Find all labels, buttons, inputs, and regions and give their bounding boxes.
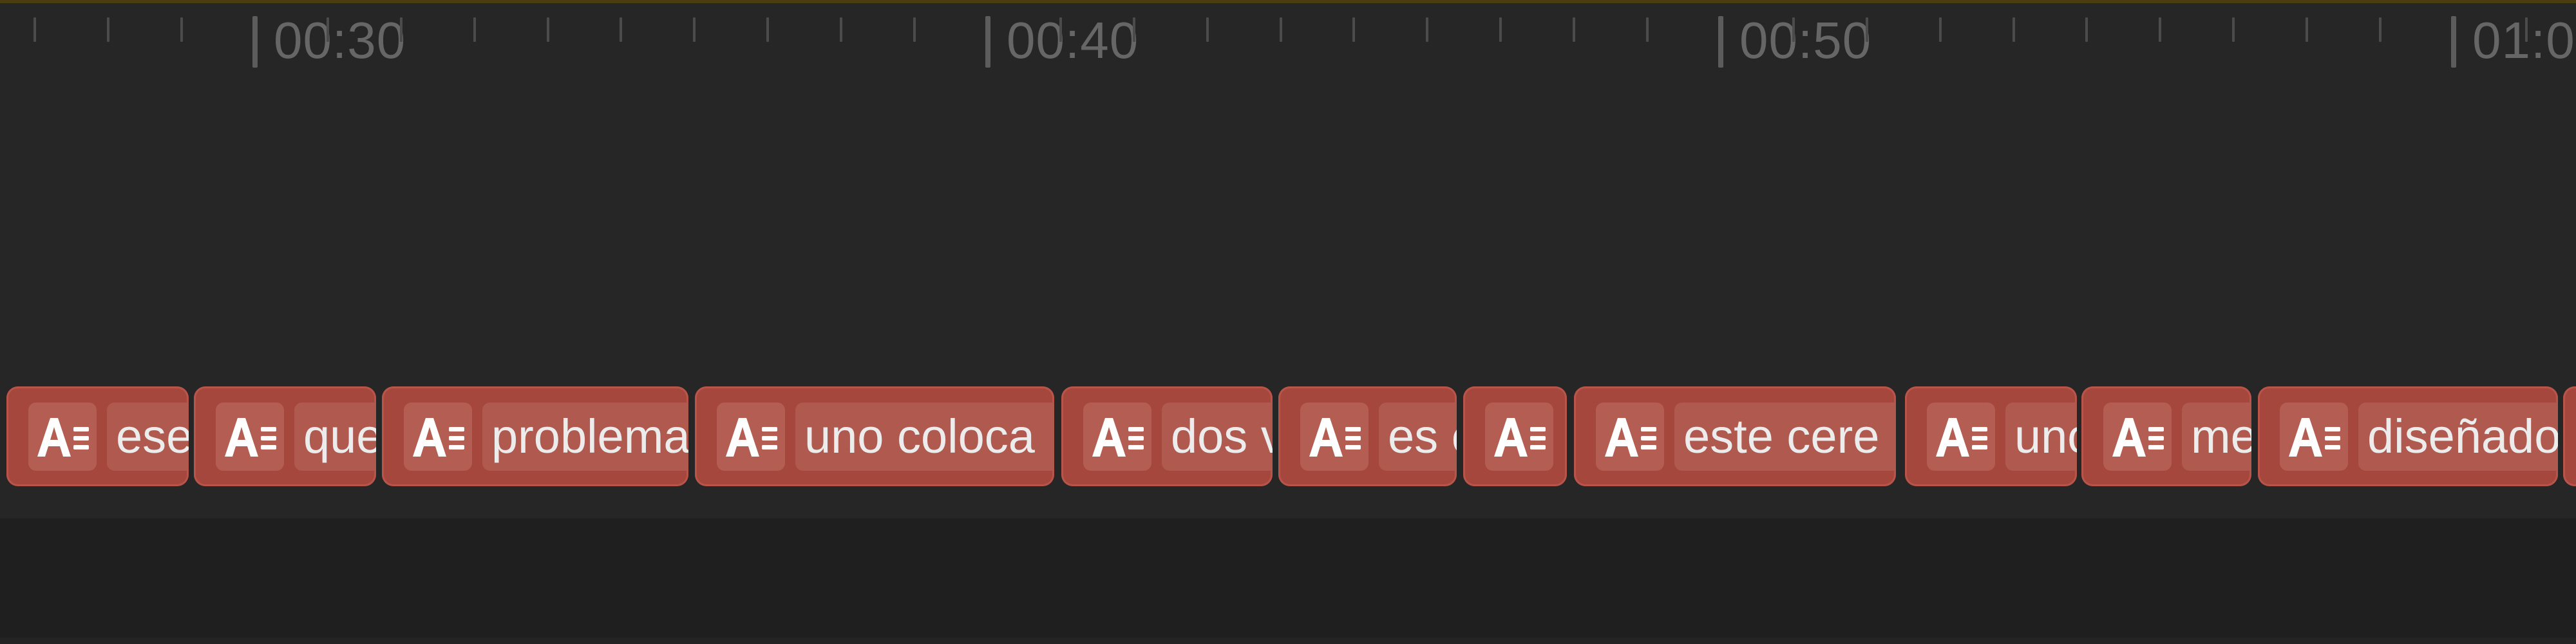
text-caption-icon bbox=[1485, 402, 1553, 471]
ruler-minor-tick bbox=[1792, 17, 1795, 42]
timeline-panel: 00:30 00:40 00:50 01:00 ese que problema un… bbox=[0, 0, 2576, 644]
text-caption-icon bbox=[216, 402, 284, 471]
ruler-minor-tick bbox=[1939, 17, 1942, 42]
ruler-minor-tick bbox=[693, 17, 696, 42]
text-caption-icon bbox=[2280, 402, 2348, 471]
caption-clip[interactable] bbox=[2563, 386, 2576, 486]
ruler-minor-tick bbox=[2306, 17, 2308, 42]
ruler-minor-tick bbox=[1426, 17, 1428, 42]
ruler-major-tick bbox=[985, 16, 990, 68]
ruler-minor-tick bbox=[840, 17, 842, 42]
ruler-minor-tick bbox=[1646, 17, 1649, 42]
text-caption-icon bbox=[1596, 402, 1664, 471]
ruler-major-tick bbox=[252, 16, 258, 68]
caption-clip[interactable]: me bbox=[2081, 386, 2251, 486]
time-ruler[interactable]: 00:30 00:40 00:50 01:00 bbox=[0, 3, 2576, 80]
caption-clip-text: problema bbox=[482, 402, 688, 471]
ruler-minor-tick bbox=[2525, 17, 2528, 42]
ruler-major-tick bbox=[1718, 16, 1723, 68]
ruler-minor-tick bbox=[2232, 17, 2235, 42]
caption-clip[interactable]: que bbox=[194, 386, 376, 486]
ruler-minor-tick bbox=[2159, 17, 2161, 42]
caption-clip-text: dos v bbox=[1162, 402, 1273, 471]
caption-clip-text: me bbox=[2182, 402, 2251, 471]
caption-clip[interactable]: uno bbox=[1905, 386, 2077, 486]
text-caption-icon bbox=[1927, 402, 1995, 471]
caption-clip-text: que bbox=[294, 402, 376, 471]
ruler-minor-tick bbox=[1866, 17, 1868, 42]
caption-clip-text: este cere bbox=[1674, 402, 1896, 471]
ruler-minor-tick bbox=[473, 17, 476, 42]
ruler-minor-tick bbox=[1059, 17, 1062, 42]
caption-track: ese que problema uno coloca dos v es c este ce… bbox=[0, 386, 2576, 518]
caption-clip-text: uno coloca bbox=[795, 402, 1054, 471]
ruler-minor-tick bbox=[1352, 17, 1355, 42]
ruler-minor-tick bbox=[1280, 17, 1282, 42]
ruler-minor-tick bbox=[2379, 17, 2382, 42]
ruler-minor-tick bbox=[107, 17, 109, 42]
ruler-minor-tick bbox=[547, 17, 549, 42]
ruler-minor-tick bbox=[1133, 17, 1135, 42]
caption-clip-text: es c bbox=[1379, 402, 1457, 471]
ruler-minor-tick bbox=[766, 17, 769, 42]
caption-clip[interactable]: dos v bbox=[1061, 386, 1273, 486]
text-caption-icon bbox=[1083, 402, 1151, 471]
caption-clip[interactable]: uno coloca bbox=[695, 386, 1054, 486]
ruler-minor-tick bbox=[180, 17, 183, 42]
time-label-0040: 00:40 bbox=[1007, 12, 1139, 69]
caption-clip[interactable]: problema bbox=[382, 386, 688, 486]
caption-clip[interactable] bbox=[1463, 386, 1567, 486]
text-caption-icon bbox=[404, 402, 472, 471]
ruler-minor-tick bbox=[1206, 17, 1209, 42]
time-label-0100: 01:00 bbox=[2472, 12, 2576, 69]
time-label-0030: 00:30 bbox=[274, 12, 406, 69]
text-caption-icon bbox=[28, 402, 97, 471]
caption-clip-text: uno bbox=[2005, 402, 2077, 471]
caption-clip-text: diseñado bbox=[2358, 402, 2558, 471]
text-caption-icon bbox=[1300, 402, 1368, 471]
text-caption-icon bbox=[717, 402, 785, 471]
empty-lower-track[interactable] bbox=[0, 518, 2576, 644]
ruler-major-tick bbox=[2451, 16, 2456, 68]
caption-clip[interactable]: este cere bbox=[1574, 386, 1896, 486]
caption-clip[interactable]: es c bbox=[1278, 386, 1457, 486]
ruler-minor-tick bbox=[33, 17, 36, 42]
ruler-minor-tick bbox=[620, 17, 622, 42]
caption-clip-text: ese bbox=[107, 402, 189, 471]
ruler-minor-tick bbox=[400, 17, 402, 42]
caption-clip[interactable]: ese bbox=[6, 386, 189, 486]
track-divider bbox=[0, 638, 2576, 644]
caption-clip[interactable]: diseñado bbox=[2258, 386, 2558, 486]
ruler-minor-tick bbox=[327, 17, 329, 42]
ruler-minor-tick bbox=[2085, 17, 2088, 42]
time-label-0050: 00:50 bbox=[1739, 12, 1872, 69]
ruler-minor-tick bbox=[2012, 17, 2015, 42]
text-caption-icon bbox=[2103, 402, 2172, 471]
ruler-minor-tick bbox=[913, 17, 916, 42]
ruler-minor-tick bbox=[1499, 17, 1502, 42]
ruler-minor-tick bbox=[1573, 17, 1575, 42]
